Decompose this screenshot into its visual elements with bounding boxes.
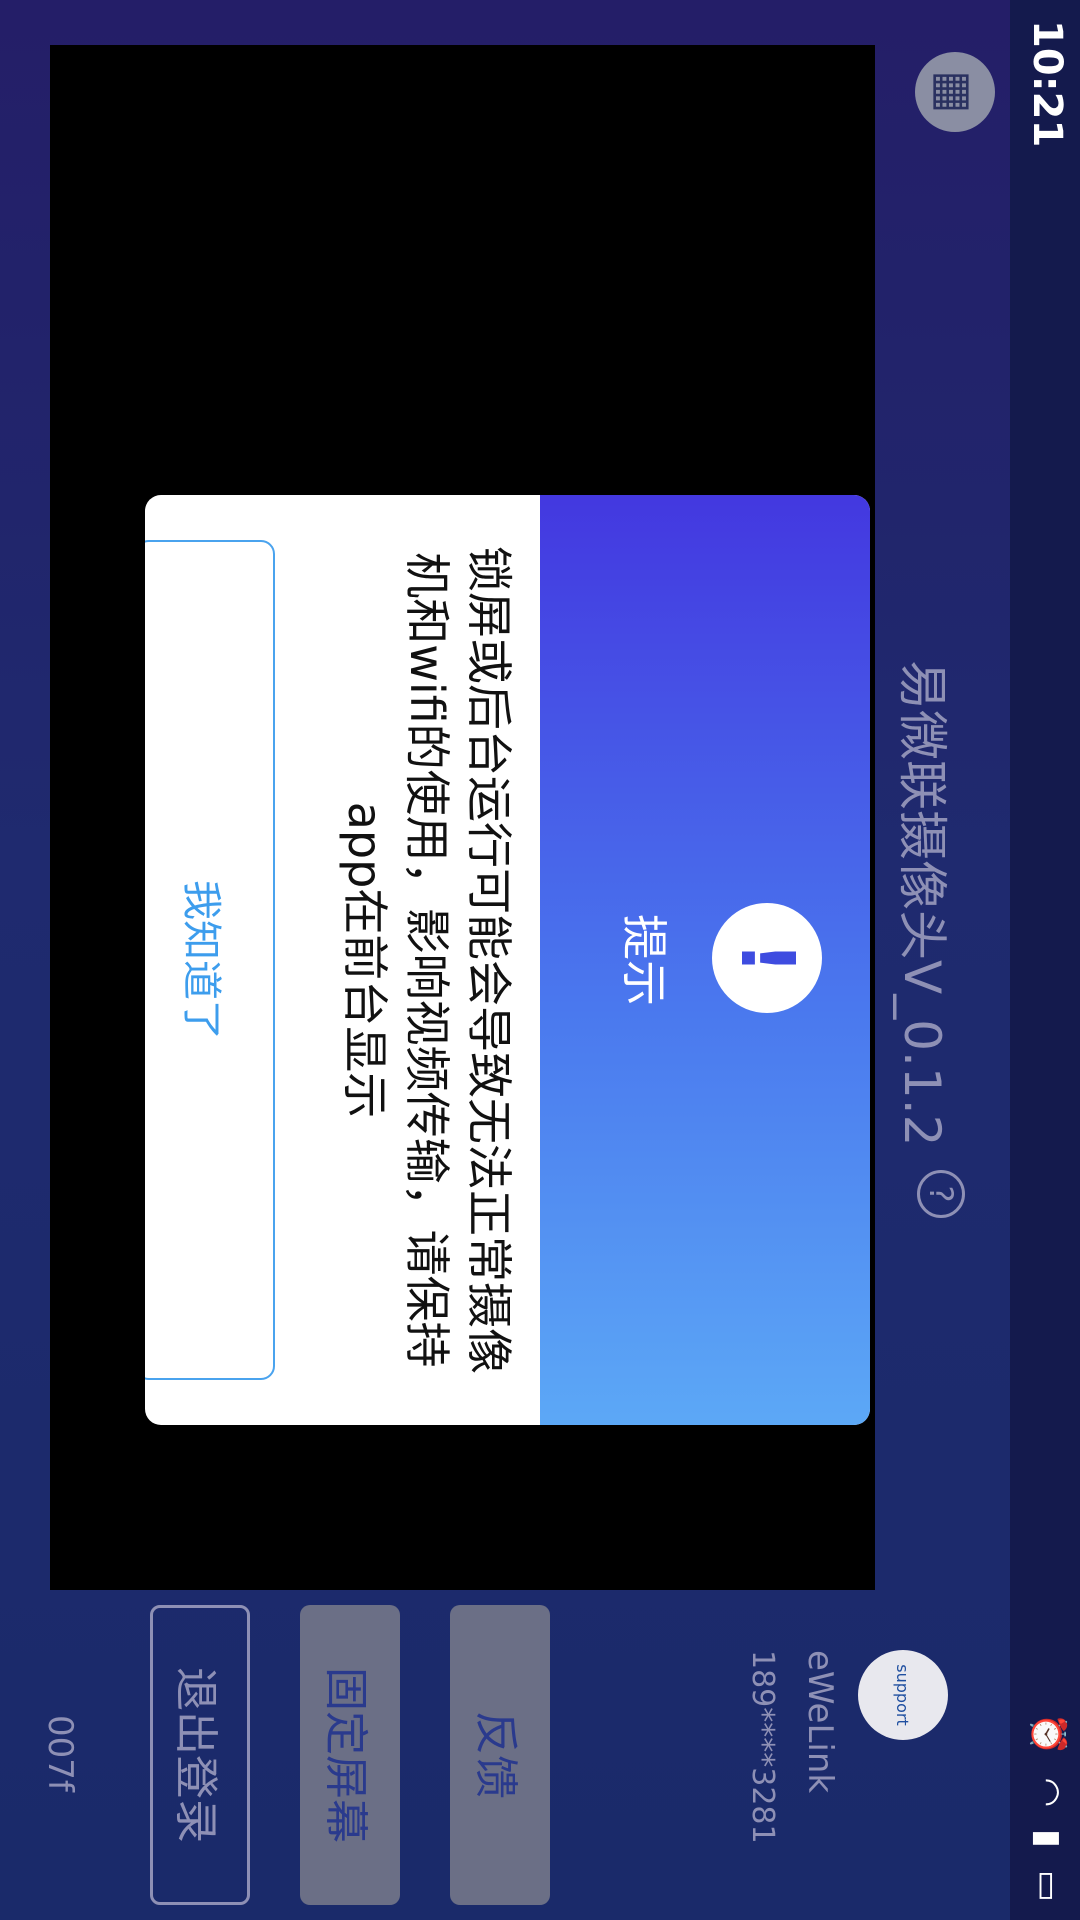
dialog-message: 锁屏或后台运行可能会导致无法正常摄像机和wifi的使用，影响视频传输，请保持ap… <box>338 546 516 1374</box>
alarm-icon: ⏰ <box>1028 1713 1068 1756</box>
landscape-canvas: 10:21 ⏰ ◠ ▮ ▭ ▦ 易微联摄像头V_0.1.2 ? support … <box>0 0 1080 1920</box>
status-bar: 10:21 ⏰ ◠ ▮ ▭ <box>1010 0 1080 1920</box>
qr-code-icon: ▦ <box>928 70 982 114</box>
battery-icon: ▭ <box>1028 1869 1068 1902</box>
version-code: 007f <box>40 1715 80 1792</box>
exclamation-icon: ! <box>712 903 822 1013</box>
screen: 10:21 ⏰ ◠ ▮ ▭ ▦ 易微联摄像头V_0.1.2 ? support … <box>0 0 1080 1920</box>
status-time: 10:21 <box>1024 20 1070 148</box>
notice-dialog: ! 提示 锁屏或后台运行可能会导致无法正常摄像机和wifi的使用，影响视频传输，… <box>145 495 870 1425</box>
signal-4g-icon: ▮ <box>1028 1829 1068 1848</box>
brand-label: eWeLink <box>800 1650 840 1794</box>
dialog-header: ! 提示 <box>540 495 870 1425</box>
wifi-icon: ◠ <box>1028 1777 1068 1808</box>
status-icons: ⏰ ◠ ▮ ▭ <box>1028 1713 1068 1902</box>
help-icon[interactable]: ? <box>917 1170 965 1218</box>
feedback-button[interactable]: 反馈 <box>450 1605 550 1905</box>
dialog-title: 提示 <box>617 914 671 1006</box>
account-phone: 189****3281 <box>745 1650 780 1844</box>
lock-screen-button[interactable]: 固定屏幕 <box>300 1605 400 1905</box>
qr-code-button[interactable]: ▦ <box>915 52 995 132</box>
dialog-ok-button[interactable]: 我知道了 <box>145 540 275 1380</box>
support-logo[interactable]: support <box>858 1650 948 1740</box>
app-title: 易微联摄像头V_0.1.2 <box>893 660 951 1147</box>
logout-button[interactable]: 退出登录 <box>150 1605 250 1905</box>
